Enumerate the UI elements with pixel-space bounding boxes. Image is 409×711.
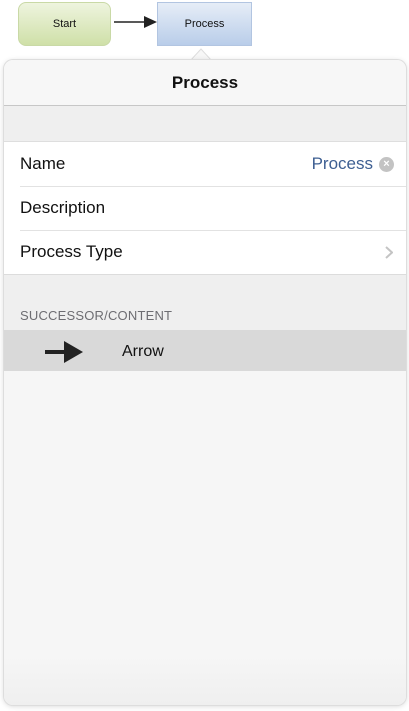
popover-empty-area (4, 371, 406, 705)
name-value-field[interactable]: Process (312, 154, 373, 174)
process-type-label: Process Type (20, 242, 123, 261)
name-row[interactable]: Name Process × (4, 142, 406, 186)
description-label: Description (20, 198, 106, 217)
group-spacer (4, 106, 406, 142)
process-type-row[interactable]: Process Type (4, 230, 406, 274)
process-node[interactable]: Process (157, 2, 252, 46)
popover-header: Process (4, 60, 406, 106)
start-node-label: Start (52, 18, 77, 30)
canvas: Start Process Process Name Process × Des… (0, 0, 409, 711)
start-node[interactable]: Start (18, 2, 111, 46)
popover-title: Process (171, 72, 239, 92)
connector-arrow-icon (114, 16, 157, 28)
successor-row-arrow[interactable]: Arrow (4, 330, 406, 374)
description-row[interactable]: Description (4, 186, 406, 230)
section-header: SUCCESSOR/CONTENT (4, 275, 406, 330)
inspector-popover: Process Name Process × Description Proce… (4, 60, 406, 705)
chevron-right-icon (384, 245, 394, 259)
process-node-label: Process (184, 18, 225, 30)
name-label: Name (20, 154, 66, 173)
clear-icon[interactable]: × (379, 156, 394, 172)
right-arrow-icon (45, 341, 83, 363)
properties-group: Name Process × Description Process Type (4, 142, 406, 275)
successor-label: Arrow (122, 343, 164, 360)
